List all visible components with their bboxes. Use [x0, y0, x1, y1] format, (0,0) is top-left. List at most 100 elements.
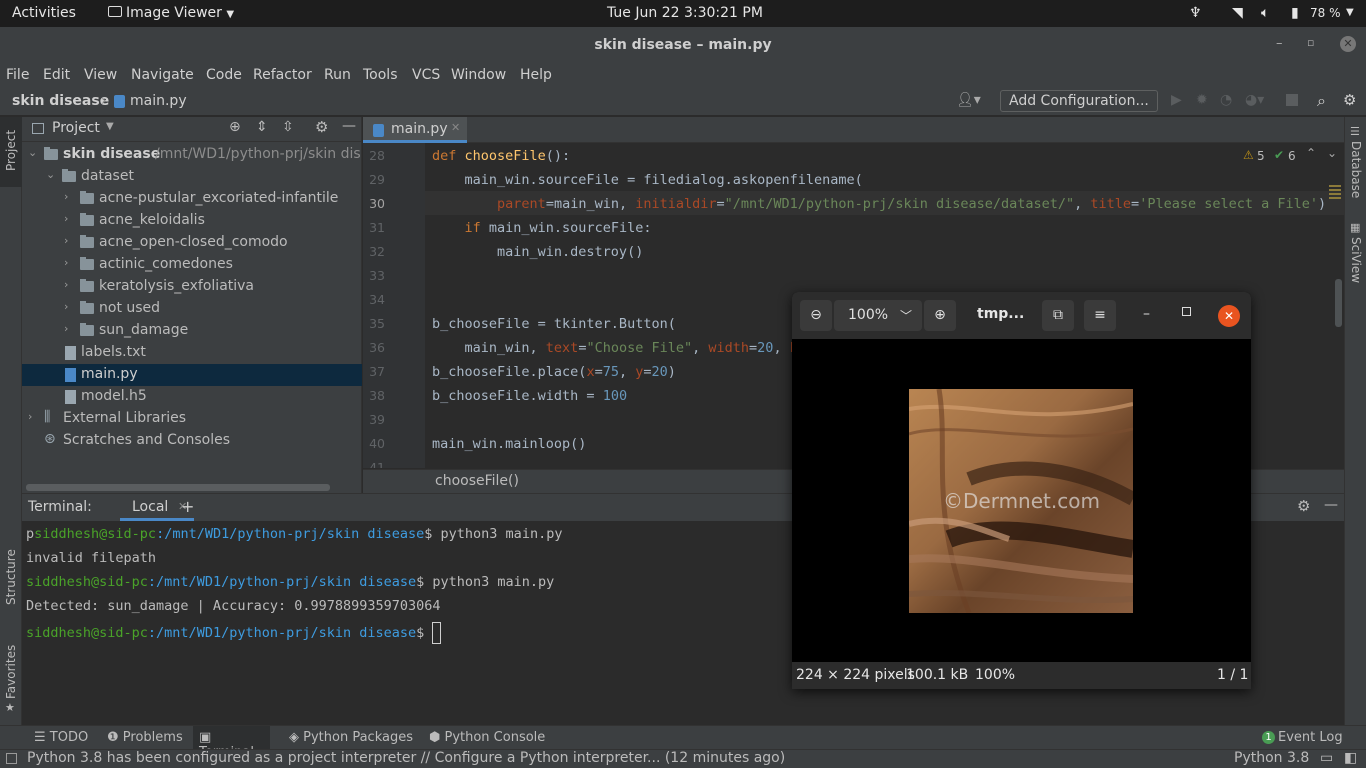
breadcrumb-file[interactable]: main.py [130, 93, 187, 109]
menu-help[interactable]: Help [520, 67, 552, 83]
tool-python-packages[interactable]: ◈ Python Packages [289, 730, 413, 745]
favorites-tool-tab[interactable]: Favorites [4, 645, 18, 699]
minimize-icon[interactable]: – [1276, 36, 1283, 51]
chevron-down-icon[interactable]: ▼ [106, 121, 114, 132]
menu-view[interactable]: View [84, 67, 117, 83]
gear-icon[interactable]: ⚙ [315, 118, 328, 136]
tree-folder[interactable]: › keratolysis_exfoliativa [22, 276, 362, 298]
tool-problems[interactable]: ❶ Problems [107, 730, 183, 745]
hide-panel-icon[interactable]: — [1324, 497, 1338, 513]
menu-file[interactable]: File [6, 67, 29, 83]
new-tab-icon[interactable]: + [181, 497, 194, 516]
zoom-level-value: 100% [848, 307, 889, 323]
activities-button[interactable]: Activities [12, 5, 76, 21]
layout-icon[interactable] [6, 753, 17, 764]
menu-tools[interactable]: Tools [363, 67, 398, 83]
coverage-icon[interactable]: ◔ [1220, 92, 1232, 108]
tree-folder[interactable]: › not used [22, 298, 362, 320]
tree-folder[interactable]: › actinic_comedones [22, 254, 362, 276]
chevron-up-icon[interactable]: ⌃ [1306, 146, 1316, 160]
tree-label: sun_damage [99, 322, 189, 338]
editor-tab-main[interactable]: main.py ✕ [363, 117, 467, 143]
project-panel-title[interactable]: Project [52, 120, 100, 136]
debug-icon[interactable]: ✹ [1196, 92, 1208, 108]
warning-icon[interactable]: ⚠ [1243, 148, 1254, 162]
menu-refactor[interactable]: Refactor [253, 67, 312, 83]
menu-navigate[interactable]: Navigate [131, 67, 194, 83]
tool-python-console[interactable]: ⬢ Python Console [429, 730, 545, 745]
menu-code[interactable]: Code [206, 67, 242, 83]
search-icon[interactable]: ⌕ [1317, 91, 1326, 111]
gear-icon[interactable]: ⚙ [1297, 497, 1310, 515]
image-viewer-icon [108, 6, 122, 17]
locate-icon[interactable]: ⊕ [229, 119, 241, 135]
terminal-line[interactable]: siddhesh@sid-pc:/mnt/WD1/python-prj/skin… [26, 622, 442, 644]
tool-todo[interactable]: ☰ TODO [34, 730, 88, 745]
menu-vcs[interactable]: VCS [412, 67, 440, 83]
tool-terminal[interactable]: ▣ Terminal [193, 726, 270, 760]
status-message[interactable]: Python 3.8 has been configured as a proj… [27, 750, 785, 766]
minimize-icon[interactable]: – [1143, 306, 1150, 322]
notifications-icon[interactable]: ◧ [1344, 750, 1357, 766]
tree-root[interactable]: ⌄ skin disease /mnt/WD1/python-prj/skin … [22, 144, 362, 166]
code-line: main_win.sourceFile = filedialog.askopen… [432, 172, 863, 188]
system-menu-icon[interactable]: ▼ [1346, 7, 1354, 18]
battery-icon[interactable]: ▮ [1291, 5, 1299, 21]
sciview-tool-tab[interactable]: SciView [1349, 237, 1363, 283]
accessibility-icon[interactable]: ♆ [1189, 5, 1202, 21]
tree-file-selected[interactable]: main.py [22, 364, 362, 386]
collapse-all-icon[interactable]: ⇳ [282, 119, 294, 135]
zoom-level-dropdown[interactable]: 100% ﹀ [834, 300, 922, 331]
zoom-out-button[interactable]: ⊖ [800, 300, 832, 331]
tree-scratches[interactable]: ⊛ Scratches and Consoles [22, 430, 362, 452]
menu-edit[interactable]: Edit [43, 67, 70, 83]
hide-panel-icon[interactable]: — [342, 118, 356, 134]
breadcrumb-function[interactable]: chooseFile() [435, 473, 519, 489]
breadcrumb-project[interactable]: skin disease [12, 93, 109, 109]
add-configuration-button[interactable]: Add Configuration... [1000, 90, 1158, 112]
structure-tool-tab[interactable]: Structure [4, 549, 18, 605]
image-viewer-headerbar: ⊖ 100% ﹀ ⊕ tmp... ⧉ ≡ – ✕ [792, 292, 1251, 339]
volume-icon[interactable]: 🔈︎ [1261, 5, 1269, 21]
chevron-right-icon: › [64, 322, 69, 335]
tree-folder[interactable]: › acne-pustular_excoriated-infantile [22, 188, 362, 210]
expand-all-icon[interactable]: ⇕ [256, 119, 268, 135]
stop-icon[interactable] [1286, 94, 1298, 106]
close-icon[interactable]: ✕ [1340, 36, 1356, 52]
tree-file[interactable]: model.h5 [22, 386, 362, 408]
zoom-in-button[interactable]: ⊕ [924, 300, 956, 331]
close-tab-icon[interactable]: ✕ [451, 121, 460, 134]
maximize-icon[interactable]: ▫ [1307, 36, 1314, 49]
menu-window[interactable]: Window [451, 67, 506, 83]
lock-icon[interactable]: ▭ [1320, 750, 1333, 766]
tree-folder-dataset[interactable]: ⌄ dataset [22, 166, 362, 188]
database-tool-tab[interactable]: Database [1349, 141, 1363, 198]
event-log-button[interactable]: Event Log [1278, 730, 1343, 745]
user-icon[interactable]: 👤︎▾ [956, 92, 981, 108]
clock[interactable]: Tue Jun 22 3:30:21 PM [607, 5, 763, 21]
menu-run[interactable]: Run [324, 67, 351, 83]
tree-folder[interactable]: › sun_damage [22, 320, 362, 342]
code-line: b_chooseFile.width = 100 [432, 388, 628, 404]
hamburger-menu-button[interactable]: ≡ [1084, 300, 1116, 331]
image-watermark: ©Dermnet.com [943, 489, 1100, 513]
check-icon[interactable]: ✔ [1274, 148, 1284, 162]
code-line: main_win.mainloop() [432, 436, 587, 452]
gallery-button[interactable]: ⧉ [1042, 300, 1074, 331]
settings-icon[interactable]: ⚙ [1343, 91, 1356, 109]
maximize-icon[interactable] [1182, 307, 1191, 316]
run-icon[interactable]: ▶ [1171, 92, 1182, 108]
interpreter-indicator[interactable]: Python 3.8 [1234, 750, 1309, 766]
wifi-icon[interactable]: ◥ [1232, 5, 1243, 21]
close-icon[interactable]: ✕ [1218, 305, 1240, 327]
app-menu-button[interactable]: Image Viewer ▼ [108, 5, 234, 21]
chevron-down-icon[interactable]: ⌄ [1327, 146, 1337, 160]
profile-icon[interactable]: ◕▾ [1245, 92, 1264, 108]
tree-external-libraries[interactable]: › ⫼ External Libraries [22, 408, 362, 430]
project-tool-tab[interactable]: Project [4, 130, 18, 171]
vertical-scrollbar[interactable] [1335, 279, 1342, 327]
tree-file[interactable]: labels.txt [22, 342, 362, 364]
tree-folder[interactable]: › acne_keloidalis [22, 210, 362, 232]
tree-folder[interactable]: › acne_open-closed_comodo [22, 232, 362, 254]
horizontal-scrollbar[interactable] [26, 484, 330, 491]
